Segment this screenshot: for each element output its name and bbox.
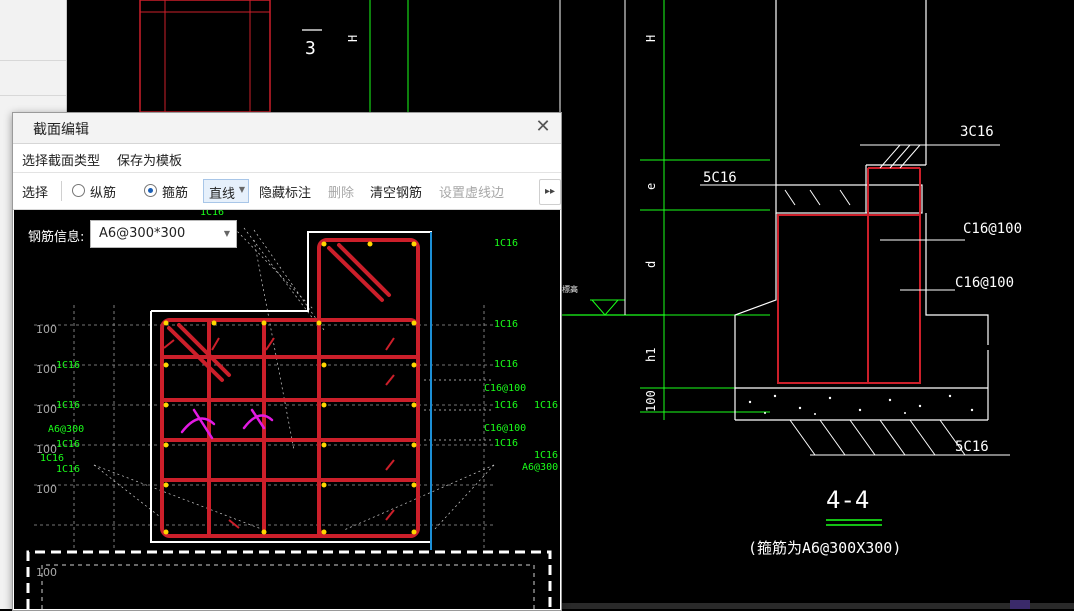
dialog-titlebar[interactable]: 截面编辑 ✕ [13,113,561,144]
stirrup-label[interactable]: 箍筋 [162,182,188,201]
set-dashed-edge-button[interactable]: 设置虚线边 [439,182,504,201]
lbl-c10: A6@300 [522,462,558,473]
status-strip [560,603,1074,609]
section-title: 4-4 [826,486,869,514]
fraction-text: 3 [305,38,316,59]
longitudinal-label[interactable]: 纵筋 [90,182,116,201]
lbl-c8: 1C16 [494,438,518,449]
hide-label-button[interactable]: 隐藏标注 [259,182,311,201]
taskbar-icon [1010,600,1030,609]
rebar-label-stirrup2: C16@100 [955,275,1014,291]
section-drawing[interactable]: 1C16 1C16 1C16 C16@100 1C16 1C16 C16@100… [14,210,560,609]
lbl-g3: 100 [36,403,57,416]
dim-h: H [644,35,658,42]
dialog-toolbar: 选择 纵筋 箍筋 直线 ▼ 隐藏标注 删除 清空钢筋 设置虚线边 ▸▸ [13,173,561,210]
lbl-c4: C16@100 [484,383,526,394]
section-edit-dialog: 截面编辑 ✕ 选择截面类型 保存为模板 选择 纵筋 箍筋 直线 ▼ 隐藏标注 删… [12,112,562,611]
foundation-inner-dashed [41,564,535,609]
more-icon[interactable]: ▸▸ [539,179,561,205]
selection-marks [180,408,274,440]
line-mode-dropdown[interactable]: 直线 ▼ [203,179,249,203]
lbl-c7: C16@100 [484,423,526,434]
delete-button[interactable]: 删除 [328,182,354,201]
select-button[interactable]: 选择 [22,182,48,201]
lbl-g1: 100 [36,323,57,336]
line-mode-label: 直线 [209,187,236,202]
stirrup-rebar [160,238,420,538]
rebar-leaders [700,144,1010,456]
lbl-c5: 1C16 [494,400,518,411]
dialog-title: 截面编辑 [33,122,89,138]
longitudinal-radio[interactable] [72,184,85,197]
rebar-label-stirrup1: C16@100 [963,221,1022,237]
menu-select-section-type[interactable]: 选择截面类型 [22,150,100,169]
lbl-c9: 1C16 [534,450,558,461]
lbl-l2: 1C16 [56,400,80,411]
stirrup-radio[interactable] [144,184,157,197]
dialog-menubar: 选择截面类型 保存为模板 [13,144,561,173]
lbl-c2: 1C16 [494,319,518,330]
level-mark [591,299,619,316]
rebar-hooks [163,337,395,529]
chevron-down-icon: ▼ [238,185,245,194]
foundation-dashed [26,550,552,609]
rebar-label-top: 3C16 [960,124,994,140]
rebar-label-bottom: 5C16 [955,439,989,455]
lbl-l4: 1C16 [56,439,80,450]
rebar-info-select[interactable]: A6@300*300 ▼ [90,220,237,248]
rebar-info-value: A6@300*300 [99,226,186,241]
dim-d: d [644,261,658,268]
foundation-edge [734,213,777,350]
lbl-l6: 1C16 [56,464,80,475]
section-note: (箍筋为A6@300X300) [748,539,901,557]
h-mark: H [346,35,360,42]
dim-100: 100 [644,390,658,412]
rebar-info-label: 钢筋信息: [28,230,85,245]
right-rebar-cage [777,167,921,384]
lbl-c3: 1C16 [494,359,518,370]
section-outline [150,231,432,543]
beam-cap [775,184,923,214]
lbl-c6: 1C16 [534,400,558,411]
close-icon[interactable]: ✕ [533,117,553,137]
rebar-label-left: 5C16 [703,170,737,186]
section-canvas[interactable]: 1C16 1C16 1C16 C16@100 1C16 1C16 C16@100… [14,210,560,609]
lbl-l1: 1C16 [56,360,80,371]
lbl-g6: 100 [36,566,57,579]
dim-h1: h1 [644,348,658,362]
lbl-l3: A6@300 [48,424,84,435]
concrete-hatch [748,394,974,415]
dim-e: e [644,183,658,190]
toolbar-separator [61,181,62,201]
lbl-g5: 100 [36,483,57,496]
lbl-g2: 100 [36,363,57,376]
menu-save-template[interactable]: 保存为模板 [117,150,182,169]
small-note: 標高 [562,284,578,294]
lbl-g4: 100 [36,443,57,456]
lbl-l7: 1C16 [200,210,224,218]
chevron-down-icon: ▼ [223,229,230,238]
lbl-c1: 1C16 [494,238,518,249]
clear-rebar-button[interactable]: 清空钢筋 [370,182,422,201]
